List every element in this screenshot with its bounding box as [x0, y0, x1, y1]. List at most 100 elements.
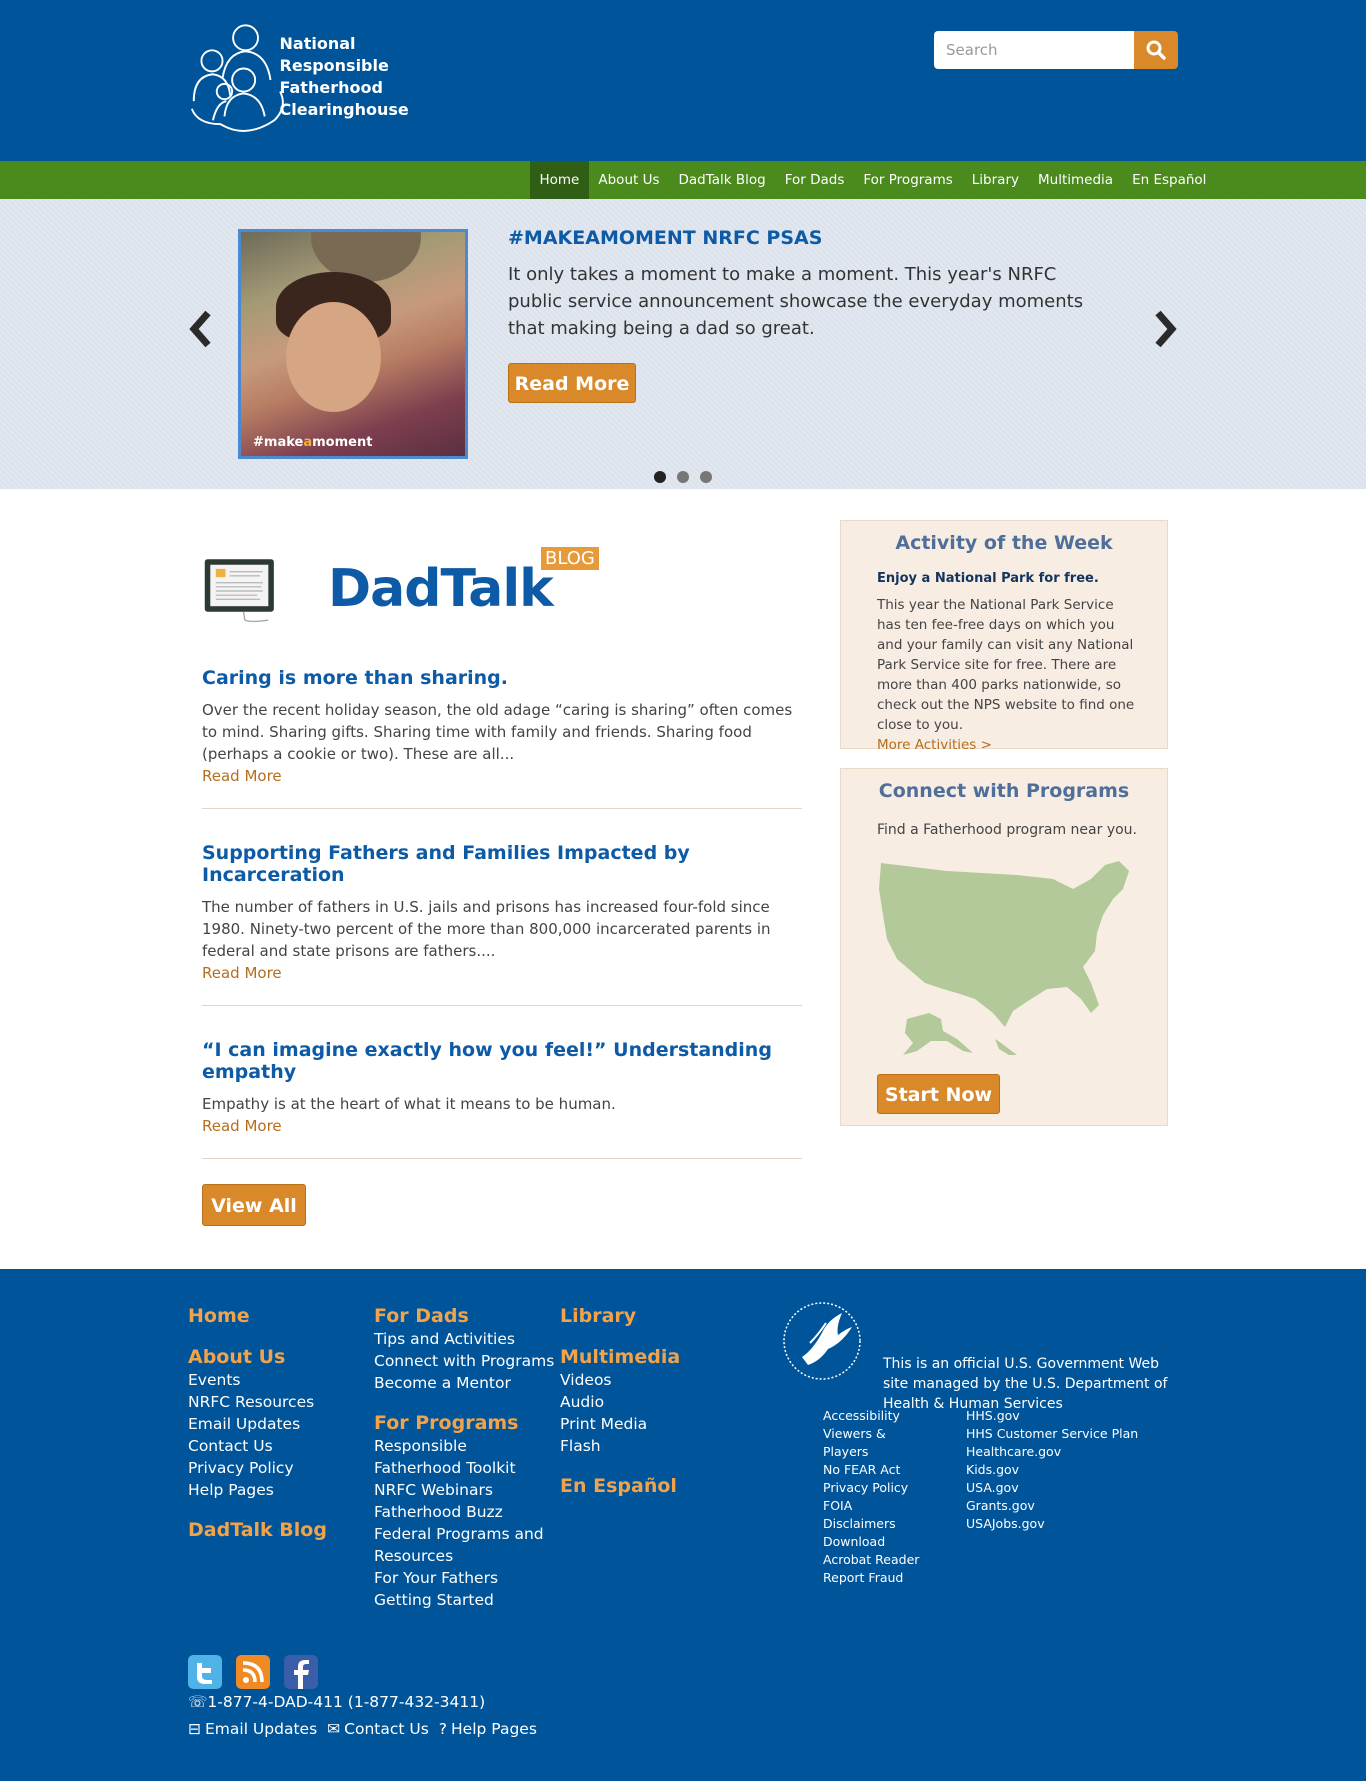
- gov-link[interactable]: USAJobs.gov: [966, 1515, 1138, 1533]
- footer-link[interactable]: Responsible Fatherhood Toolkit: [374, 1435, 554, 1479]
- main-nav: Home About Us DadTalk Blog For Dads For …: [0, 161, 1366, 199]
- dadtalk-logo[interactable]: DadTalk BLOG: [202, 541, 602, 641]
- footer-link[interactable]: Connect with Programs: [374, 1350, 554, 1372]
- footer-link[interactable]: Fatherhood Buzz: [374, 1501, 554, 1523]
- footer-link[interactable]: Videos: [560, 1369, 680, 1391]
- carousel-prev-icon[interactable]: [186, 309, 216, 349]
- footer-link[interactable]: NRFC Resources: [188, 1391, 327, 1413]
- post-read-more-link[interactable]: Read More: [202, 765, 802, 787]
- search-button[interactable]: [1134, 31, 1178, 69]
- gov-link[interactable]: FOIA: [823, 1497, 930, 1515]
- photo-caption: #makeamoment: [253, 435, 373, 450]
- post-read-more-link[interactable]: Read More: [202, 962, 802, 984]
- start-now-button[interactable]: Start Now: [877, 1074, 1000, 1114]
- footer-multimedia-link[interactable]: Multimedia: [560, 1346, 680, 1369]
- hhs-seal-icon[interactable]: [780, 1299, 864, 1383]
- activity-subtitle: Enjoy a National Park for free.: [877, 571, 1099, 586]
- help-pages-link[interactable]: ? Help Pages: [439, 1720, 537, 1738]
- site-footer: Home About Us Events NRFC Resources Emai…: [0, 1269, 1366, 1781]
- nav-multimedia[interactable]: Multimedia: [1029, 161, 1123, 199]
- gov-link[interactable]: Viewers & Players: [823, 1425, 930, 1461]
- gov-link[interactable]: HHS Customer Service Plan: [966, 1425, 1138, 1443]
- activity-body: This year the National Park Service has …: [877, 597, 1135, 733]
- hero-carousel: #makeamoment #MAKEAMOMENT NRFC PSAS It o…: [0, 199, 1366, 489]
- footer-link[interactable]: Getting Started: [374, 1589, 554, 1611]
- footer-programs-link[interactable]: For Programs: [374, 1412, 554, 1435]
- gov-link[interactable]: USA.gov: [966, 1479, 1138, 1497]
- footer-link[interactable]: Contact Us: [188, 1435, 327, 1457]
- footer-link[interactable]: Tips and Activities: [374, 1328, 554, 1350]
- slide-photo[interactable]: #makeamoment: [238, 229, 468, 459]
- gov-link[interactable]: Disclaimers: [823, 1515, 930, 1533]
- footer-link[interactable]: NRFC Webinars: [374, 1479, 554, 1501]
- footer-library-link[interactable]: Library: [560, 1305, 680, 1328]
- search-input[interactable]: [934, 31, 1134, 69]
- facebook-icon[interactable]: [284, 1655, 318, 1689]
- nav-dadtalk-blog[interactable]: DadTalk Blog: [669, 161, 775, 199]
- contact-us-link[interactable]: ✉ Contact Us: [327, 1720, 429, 1738]
- blog-post: “I can imagine exactly how you feel!” Un…: [202, 1039, 802, 1159]
- gov-link[interactable]: Privacy Policy: [823, 1479, 930, 1497]
- footer-link[interactable]: Become a Mentor: [374, 1372, 554, 1394]
- carousel-dot-1[interactable]: [654, 471, 666, 483]
- blog-post: Caring is more than sharing. Over the re…: [202, 667, 802, 809]
- carousel-next-icon[interactable]: [1150, 309, 1180, 349]
- post-title[interactable]: “I can imagine exactly how you feel!” Un…: [202, 1039, 802, 1083]
- footer-espanol-link[interactable]: En Español: [560, 1475, 680, 1498]
- programs-subtitle: Find a Fatherhood program near you.: [877, 822, 1137, 838]
- search-icon: [1146, 40, 1166, 60]
- nav-library[interactable]: Library: [962, 161, 1028, 199]
- gov-link[interactable]: Healthcare.gov: [966, 1443, 1138, 1461]
- footer-link[interactable]: Flash: [560, 1435, 680, 1457]
- gov-link[interactable]: Download Acrobat Reader: [823, 1533, 930, 1569]
- gov-link[interactable]: Report Fraud: [823, 1569, 930, 1587]
- site-logo[interactable]: National Responsible Fatherhood Clearing…: [188, 18, 508, 143]
- carousel-dot-2[interactable]: [677, 471, 689, 483]
- logo-line-1: National: [279, 33, 356, 53]
- footer-link[interactable]: Email Updates: [188, 1413, 327, 1435]
- logo-line-2: Responsible: [279, 55, 389, 75]
- nav-for-dads[interactable]: For Dads: [775, 161, 854, 199]
- footer-dads-link[interactable]: For Dads: [374, 1305, 554, 1328]
- photo-girl-face: [286, 302, 381, 412]
- gov-link[interactable]: No FEAR Act: [823, 1461, 930, 1479]
- programs-title: Connect with Programs: [878, 780, 1130, 802]
- gov-link[interactable]: HHS.gov: [966, 1407, 1138, 1425]
- more-activities-link[interactable]: More Activities >: [877, 735, 1167, 755]
- footer-link[interactable]: Privacy Policy: [188, 1457, 327, 1479]
- post-read-more-link[interactable]: Read More: [202, 1115, 802, 1137]
- family-logo-icon: [190, 24, 284, 132]
- gov-link[interactable]: Accessibility: [823, 1407, 930, 1425]
- carousel-dot-3[interactable]: [700, 471, 712, 483]
- link-text: Help Pages: [451, 1720, 537, 1738]
- gov-link[interactable]: Kids.gov: [966, 1461, 1138, 1479]
- logo-line-3: Fatherhood Clearinghouse: [279, 77, 409, 119]
- logo-text: National Responsible Fatherhood Clearing…: [280, 33, 508, 121]
- phone-number[interactable]: ☏1-877-4-DAD-411 (1-877-432-3411): [188, 1693, 485, 1711]
- footer-link[interactable]: Help Pages: [188, 1479, 327, 1501]
- post-title[interactable]: Caring is more than sharing.: [202, 667, 802, 689]
- footer-link[interactable]: Federal Programs and Resources: [374, 1523, 554, 1567]
- nav-about-us[interactable]: About Us: [589, 161, 669, 199]
- footer-about-link[interactable]: About Us: [188, 1346, 327, 1369]
- footer-link[interactable]: Print Media: [560, 1413, 680, 1435]
- view-all-button[interactable]: View All: [202, 1184, 306, 1226]
- footer-home-link[interactable]: Home: [188, 1305, 327, 1328]
- footer-link[interactable]: Audio: [560, 1391, 680, 1413]
- rss-icon[interactable]: [236, 1655, 270, 1689]
- twitter-icon[interactable]: [188, 1655, 222, 1689]
- post-excerpt: Over the recent holiday season, the old …: [202, 701, 793, 763]
- nav-en-espanol[interactable]: En Español: [1123, 161, 1216, 199]
- gov-links-left: Accessibility Viewers & Players No FEAR …: [823, 1407, 930, 1587]
- nav-for-programs[interactable]: For Programs: [854, 161, 962, 199]
- us-map-icon[interactable]: [877, 859, 1133, 1059]
- footer-link[interactable]: Events: [188, 1369, 327, 1391]
- footer-link[interactable]: For Your Fathers: [374, 1567, 554, 1589]
- nav-home[interactable]: Home: [530, 161, 589, 199]
- email-updates-link[interactable]: ⊟ Email Updates: [188, 1720, 317, 1738]
- footer-blog-link[interactable]: DadTalk Blog: [188, 1519, 327, 1542]
- gov-link[interactable]: Grants.gov: [966, 1497, 1138, 1515]
- post-title[interactable]: Supporting Fathers and Families Impacted…: [202, 842, 802, 886]
- slide-title: #MAKEAMOMENT NRFC PSAS: [508, 227, 823, 249]
- slide-read-more-button[interactable]: Read More: [508, 363, 636, 403]
